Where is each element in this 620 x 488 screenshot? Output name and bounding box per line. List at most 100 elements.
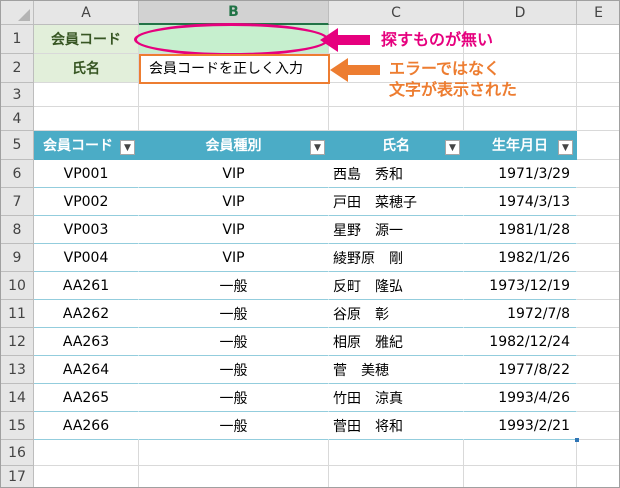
- table-cell[interactable]: 相原 雅紀: [329, 328, 464, 356]
- table-cell[interactable]: 一般: [139, 300, 329, 328]
- cell-e2[interactable]: [577, 54, 619, 83]
- select-all-corner[interactable]: [1, 1, 34, 25]
- table-cell[interactable]: 菅 美穂: [329, 356, 464, 384]
- table-cell[interactable]: 戸田 菜穂子: [329, 188, 464, 216]
- filter-dropdown-icon[interactable]: ▼: [445, 140, 460, 155]
- table-cell[interactable]: 1974/3/13: [464, 188, 577, 216]
- empty-cell[interactable]: [464, 440, 577, 466]
- table-cell[interactable]: 一般: [139, 412, 329, 440]
- empty-cell[interactable]: [464, 107, 577, 131]
- empty-cell[interactable]: [34, 466, 139, 487]
- empty-cell[interactable]: [577, 466, 619, 487]
- empty-cell[interactable]: [577, 412, 619, 440]
- table-header-name[interactable]: 氏名 ▼: [329, 131, 464, 160]
- row-header-11[interactable]: 11: [1, 300, 34, 328]
- row-header-14[interactable]: 14: [1, 384, 34, 412]
- row-header-16[interactable]: 16: [1, 440, 34, 466]
- empty-cell[interactable]: [577, 272, 619, 300]
- column-header-b[interactable]: B: [139, 1, 329, 25]
- empty-cell[interactable]: [34, 83, 139, 107]
- row-header-17[interactable]: 17: [1, 466, 34, 487]
- empty-cell[interactable]: [577, 300, 619, 328]
- table-cell[interactable]: 綾野原 剛: [329, 244, 464, 272]
- table-cell[interactable]: VIP: [139, 160, 329, 188]
- table-cell[interactable]: 一般: [139, 328, 329, 356]
- empty-cell[interactable]: [577, 440, 619, 466]
- table-cell[interactable]: AA261: [34, 272, 139, 300]
- table-cell[interactable]: 一般: [139, 272, 329, 300]
- table-cell[interactable]: 一般: [139, 384, 329, 412]
- table-cell[interactable]: AA262: [34, 300, 139, 328]
- filter-dropdown-icon[interactable]: ▼: [310, 140, 325, 155]
- table-cell[interactable]: 西島 秀和: [329, 160, 464, 188]
- table-cell[interactable]: 谷原 彰: [329, 300, 464, 328]
- table-cell[interactable]: 1971/3/29: [464, 160, 577, 188]
- column-header-c[interactable]: C: [329, 1, 464, 25]
- table-cell[interactable]: VP004: [34, 244, 139, 272]
- cell-e1[interactable]: [577, 25, 619, 54]
- table-cell[interactable]: AA266: [34, 412, 139, 440]
- table-cell[interactable]: 星野 源一: [329, 216, 464, 244]
- row-header-6[interactable]: 6: [1, 160, 34, 188]
- table-cell[interactable]: 1982/12/24: [464, 328, 577, 356]
- table-cell[interactable]: VP001: [34, 160, 139, 188]
- row-header-10[interactable]: 10: [1, 272, 34, 300]
- empty-cell[interactable]: [139, 466, 329, 487]
- empty-cell[interactable]: [577, 244, 619, 272]
- row-header-9[interactable]: 9: [1, 244, 34, 272]
- table-cell[interactable]: AA264: [34, 356, 139, 384]
- table-header-member-type[interactable]: 会員種別 ▼: [139, 131, 329, 160]
- table-cell[interactable]: 1977/8/22: [464, 356, 577, 384]
- empty-cell[interactable]: [577, 328, 619, 356]
- table-cell[interactable]: 菅田 将和: [329, 412, 464, 440]
- table-cell[interactable]: 反町 隆弘: [329, 272, 464, 300]
- row-header-2[interactable]: 2: [1, 54, 34, 83]
- table-cell[interactable]: AA265: [34, 384, 139, 412]
- empty-cell[interactable]: [577, 107, 619, 131]
- empty-cell[interactable]: [577, 188, 619, 216]
- empty-cell[interactable]: [464, 466, 577, 487]
- empty-cell[interactable]: [577, 356, 619, 384]
- table-cell[interactable]: VP003: [34, 216, 139, 244]
- table-cell[interactable]: VIP: [139, 188, 329, 216]
- empty-cell[interactable]: [577, 131, 619, 160]
- row-header-12[interactable]: 12: [1, 328, 34, 356]
- table-resize-handle[interactable]: [575, 438, 579, 442]
- table-cell[interactable]: AA263: [34, 328, 139, 356]
- table-cell[interactable]: VIP: [139, 216, 329, 244]
- empty-cell[interactable]: [329, 466, 464, 487]
- column-header-e[interactable]: E: [577, 1, 619, 25]
- row-header-5[interactable]: 5: [1, 131, 34, 160]
- empty-cell[interactable]: [577, 384, 619, 412]
- table-cell[interactable]: VP002: [34, 188, 139, 216]
- filter-dropdown-icon[interactable]: ▼: [120, 140, 135, 155]
- empty-cell[interactable]: [329, 107, 464, 131]
- table-cell[interactable]: 1973/12/19: [464, 272, 577, 300]
- empty-cell[interactable]: [577, 160, 619, 188]
- table-cell[interactable]: 1972/7/8: [464, 300, 577, 328]
- name-label[interactable]: 氏名: [34, 54, 139, 83]
- table-cell[interactable]: 一般: [139, 356, 329, 384]
- table-header-birthdate[interactable]: 生年月日 ▼: [464, 131, 577, 160]
- empty-cell[interactable]: [139, 107, 329, 131]
- table-cell[interactable]: 1981/1/28: [464, 216, 577, 244]
- column-header-a[interactable]: A: [34, 1, 139, 25]
- table-cell[interactable]: 1993/2/21: [464, 412, 577, 440]
- empty-cell[interactable]: [139, 83, 329, 107]
- row-header-4[interactable]: 4: [1, 107, 34, 131]
- row-header-15[interactable]: 15: [1, 412, 34, 440]
- empty-cell[interactable]: [577, 83, 619, 107]
- table-cell[interactable]: 1982/1/26: [464, 244, 577, 272]
- empty-cell[interactable]: [329, 440, 464, 466]
- empty-cell[interactable]: [577, 216, 619, 244]
- empty-cell[interactable]: [34, 107, 139, 131]
- filter-dropdown-icon[interactable]: ▼: [558, 140, 573, 155]
- table-cell[interactable]: VIP: [139, 244, 329, 272]
- row-header-7[interactable]: 7: [1, 188, 34, 216]
- row-header-13[interactable]: 13: [1, 356, 34, 384]
- column-header-d[interactable]: D: [464, 1, 577, 25]
- row-header-1[interactable]: 1: [1, 25, 34, 54]
- row-header-8[interactable]: 8: [1, 216, 34, 244]
- table-cell[interactable]: 竹田 涼真: [329, 384, 464, 412]
- row-header-3[interactable]: 3: [1, 83, 34, 107]
